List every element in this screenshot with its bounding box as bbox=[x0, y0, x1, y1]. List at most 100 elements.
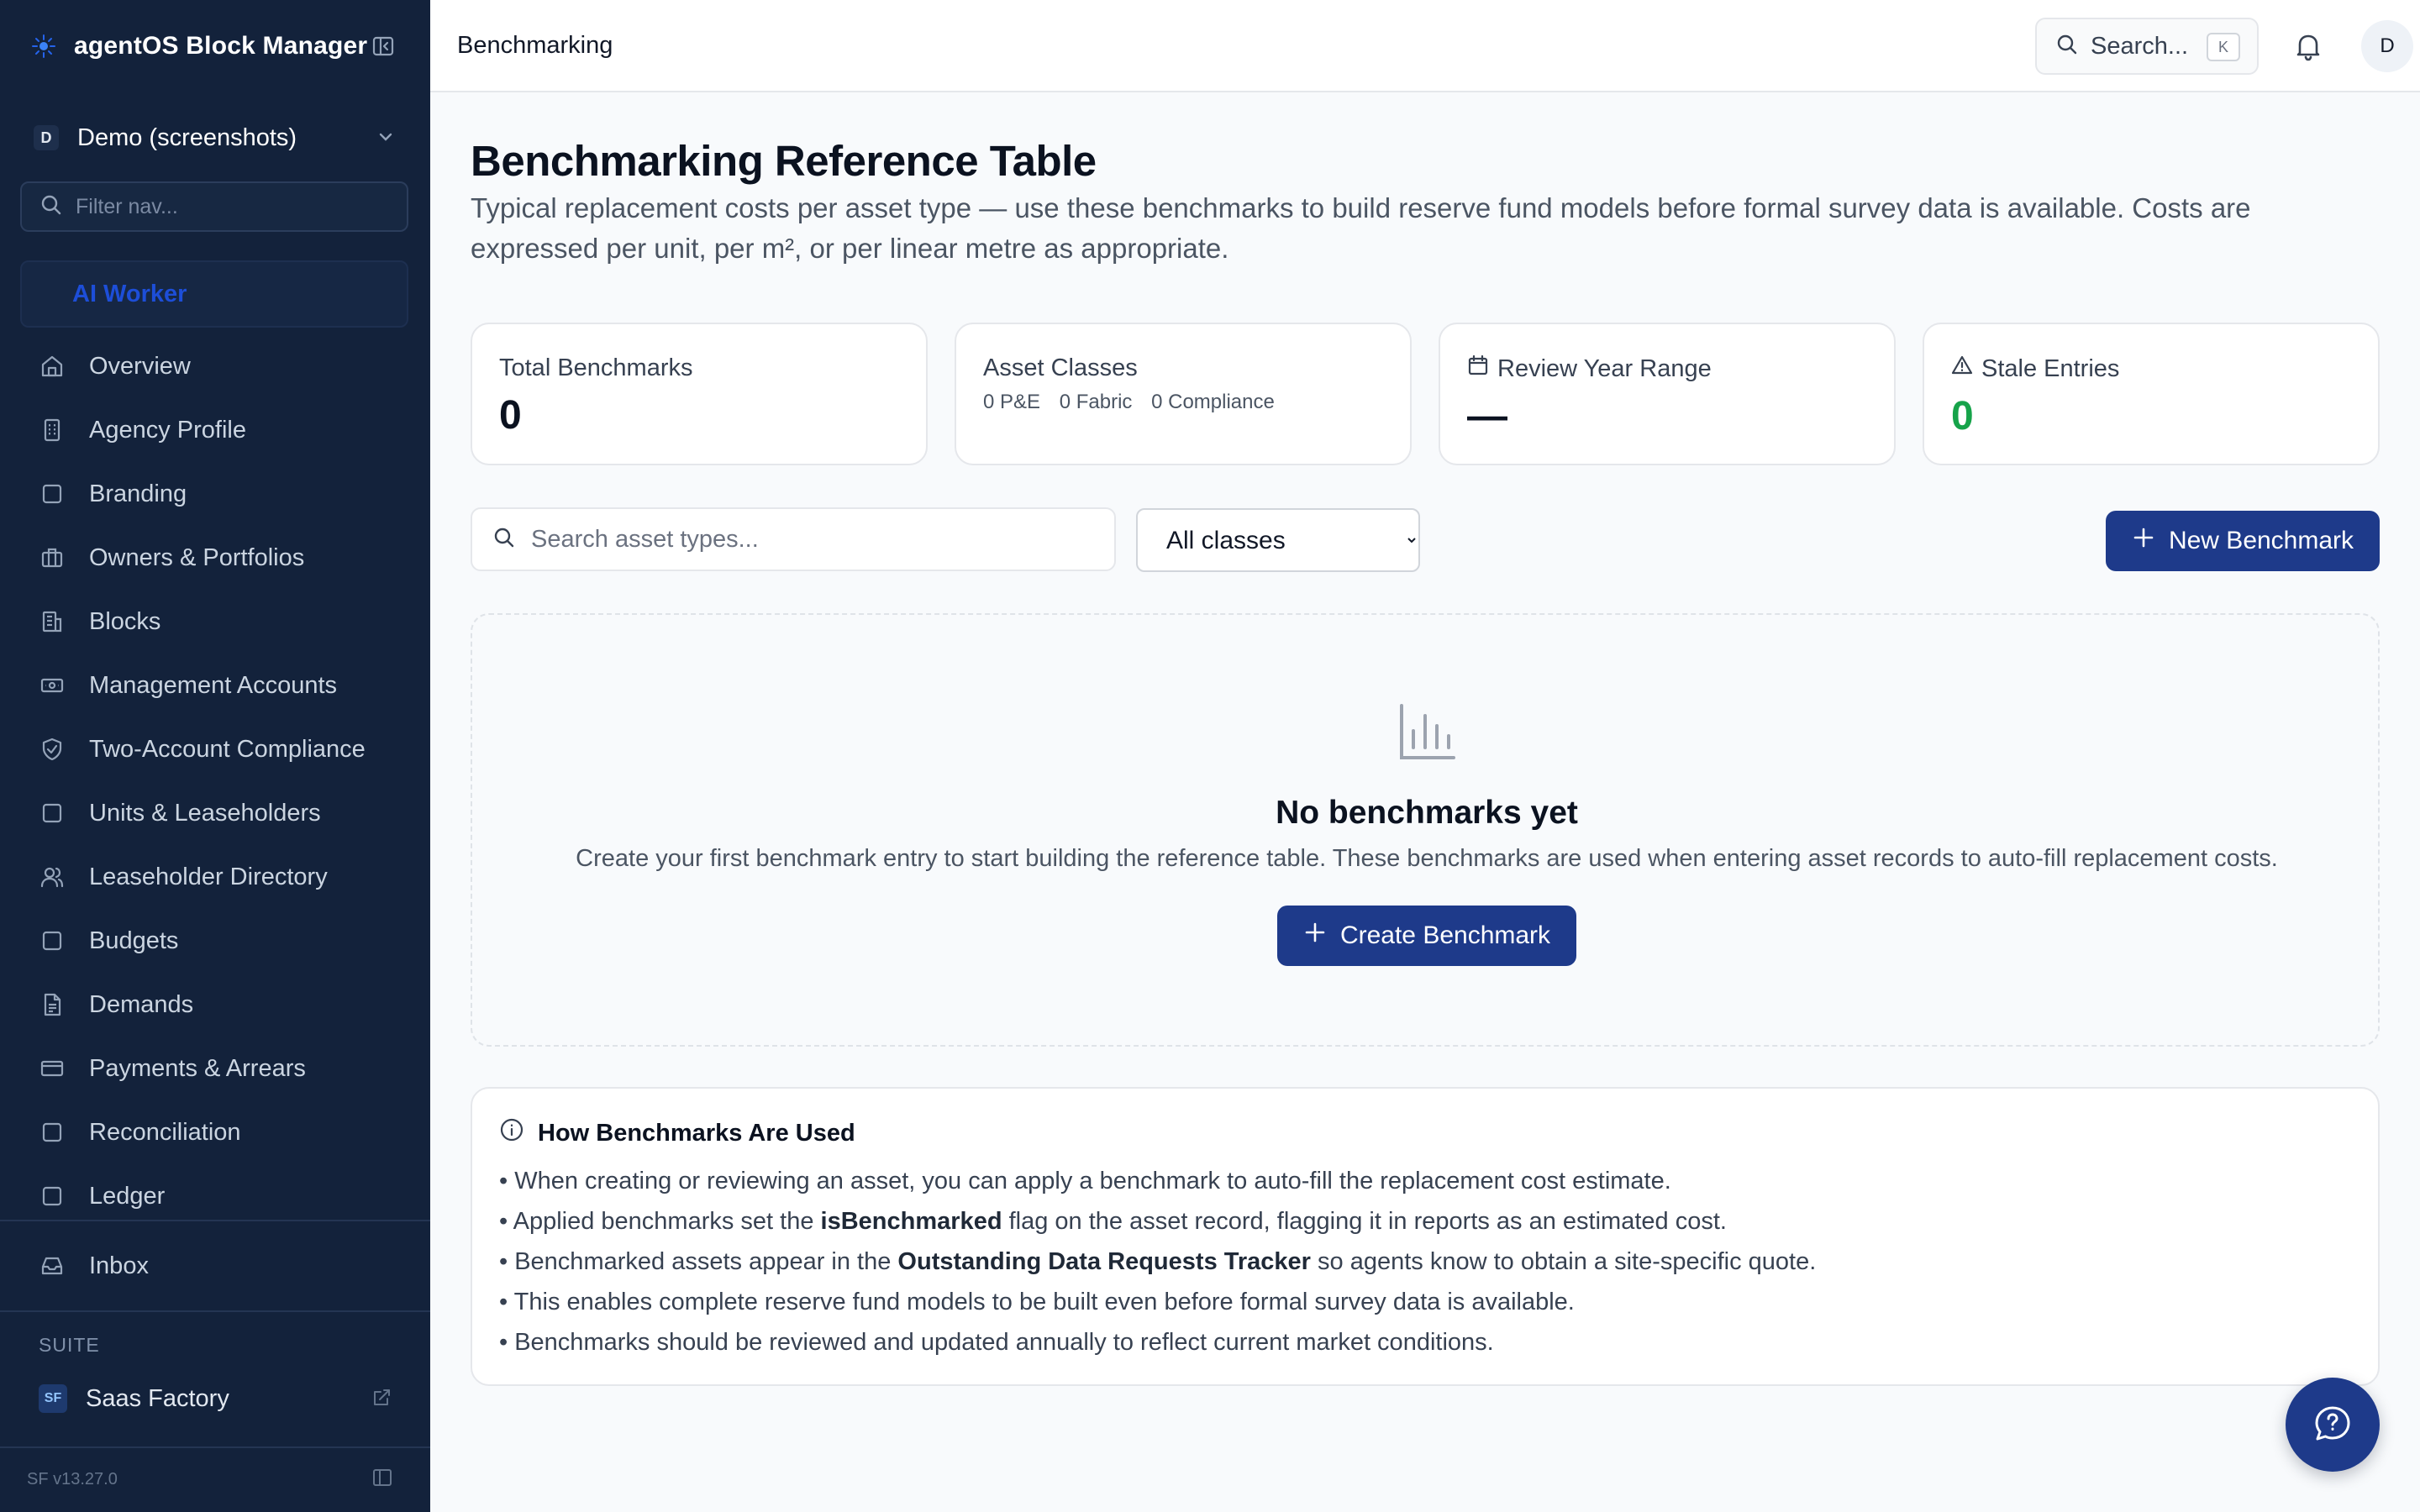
new-benchmark-button[interactable]: New Benchmark bbox=[2106, 511, 2380, 571]
info-icon bbox=[499, 1117, 524, 1149]
stat-label-row: Stale Entries bbox=[1951, 354, 2351, 383]
plus-icon bbox=[2132, 526, 2155, 556]
stat-card-stale-entries: Stale Entries 0 bbox=[1923, 323, 2380, 465]
sidebar-item-units-leaseholders[interactable]: Units & Leaseholders bbox=[20, 781, 410, 845]
global-search[interactable]: Search... K bbox=[2035, 18, 2259, 75]
topbar: Benchmarking Search... K D bbox=[430, 0, 2420, 92]
asset-class-fabric-count: 0 Fabric bbox=[1059, 391, 1133, 413]
calendar-icon bbox=[1467, 354, 1497, 383]
bell-icon[interactable] bbox=[2292, 30, 2324, 66]
sidebar-nav: Overview Agency Profile Branding Owners … bbox=[20, 334, 410, 1228]
search-icon bbox=[492, 526, 516, 554]
chat-help-icon bbox=[2312, 1404, 2353, 1446]
stat-value: 0 bbox=[499, 393, 522, 438]
sidebar-divider bbox=[0, 1446, 430, 1448]
chat-support-button[interactable] bbox=[2286, 1378, 2380, 1472]
sidebar-item-reconciliation[interactable]: Reconciliation bbox=[20, 1100, 410, 1164]
sidebar-item-ledger[interactable]: Ledger bbox=[20, 1164, 410, 1228]
workspace-name: Demo (screenshots) bbox=[77, 123, 297, 151]
info-list: • When creating or reviewing an asset, y… bbox=[499, 1161, 2351, 1362]
file-text-icon bbox=[39, 991, 66, 1018]
sidebar-item-label: Ledger bbox=[89, 1182, 166, 1210]
asset-class-compliance-count: 0 Compliance bbox=[1151, 391, 1275, 413]
info-emphasis: isBenchmarked bbox=[820, 1208, 1002, 1235]
stat-label-row: Review Year Range bbox=[1467, 354, 1867, 383]
workspace-switcher[interactable]: D Demo (screenshots) bbox=[20, 116, 410, 160]
sidebar-item-blocks[interactable]: Blocks bbox=[20, 590, 410, 654]
buildings-icon bbox=[39, 608, 66, 635]
info-line: • Benchmarks should be reviewed and upda… bbox=[499, 1329, 1494, 1356]
sidebar-item-branding[interactable]: Branding bbox=[20, 462, 410, 526]
home-icon bbox=[39, 353, 66, 380]
sidebar-item-label: Demands bbox=[89, 990, 194, 1018]
info-text: • Applied benchmarks set the bbox=[499, 1208, 821, 1235]
sidebar-item-payments-arrears[interactable]: Payments & Arrears bbox=[20, 1037, 410, 1100]
info-line: • When creating or reviewing an asset, y… bbox=[499, 1168, 1671, 1194]
stat-label: Stale Entries bbox=[1981, 354, 2120, 382]
asset-class-select[interactable]: All classes bbox=[1136, 508, 1420, 572]
sidebar-item-two-account-compliance[interactable]: Two-Account Compliance bbox=[20, 717, 410, 781]
sidebar-item-label: Units & Leaseholders bbox=[89, 799, 321, 827]
sidebar-item-owners-portfolios[interactable]: Owners & Portfolios bbox=[20, 526, 410, 590]
sidebar-divider bbox=[0, 1310, 430, 1312]
banknote-icon bbox=[39, 672, 66, 699]
sidebar-item-inbox[interactable]: Inbox bbox=[20, 1234, 410, 1298]
info-line: • Benchmarked assets appear in the Outst… bbox=[499, 1242, 2351, 1282]
how-benchmarks-used-card: How Benchmarks Are Used • When creating … bbox=[471, 1087, 2380, 1386]
sidebar-item-overview[interactable]: Overview bbox=[20, 334, 410, 398]
page-breadcrumb: Benchmarking bbox=[457, 32, 613, 59]
global-search-placeholder: Search... bbox=[2091, 32, 2189, 60]
search-icon bbox=[40, 194, 62, 220]
create-benchmark-button[interactable]: Create Benchmark bbox=[1277, 906, 1576, 966]
sidebar-item-leaseholder-directory[interactable]: Leaseholder Directory bbox=[20, 845, 410, 909]
inbox-icon bbox=[39, 1252, 66, 1279]
page-title: Benchmarking Reference Table bbox=[471, 137, 1097, 185]
info-line: • This enables complete reserve fund mod… bbox=[499, 1289, 1575, 1315]
square-icon bbox=[39, 1183, 66, 1210]
workspace-badge: D bbox=[34, 125, 59, 150]
info-title: How Benchmarks Are Used bbox=[538, 1119, 855, 1147]
nav-filter-input[interactable] bbox=[76, 194, 395, 219]
suite-heading: SUITE bbox=[39, 1334, 100, 1356]
asset-search[interactable] bbox=[471, 507, 1116, 571]
sidebar-item-demands[interactable]: Demands bbox=[20, 973, 410, 1037]
sidebar-collapse-icon[interactable] bbox=[370, 33, 397, 60]
sidebar-item-label: Overview bbox=[89, 352, 191, 380]
info-line: • Applied benchmarks set the isBenchmark… bbox=[499, 1201, 2351, 1242]
square-icon bbox=[39, 927, 66, 954]
sidebar-item-label: Inbox bbox=[89, 1252, 149, 1279]
app-version: SF v13.27.0 bbox=[27, 1470, 118, 1488]
building-icon bbox=[39, 417, 66, 444]
empty-state-title: No benchmarks yet bbox=[1276, 795, 1578, 831]
stat-card-review-year-range: Review Year Range — bbox=[1439, 323, 1896, 465]
credit-card-icon bbox=[39, 1055, 66, 1082]
nav-filter[interactable] bbox=[20, 181, 408, 232]
stat-card-asset-classes: Asset Classes 0 P&E 0 Fabric 0 Complianc… bbox=[955, 323, 1412, 465]
sidebar-item-label: Budgets bbox=[89, 927, 179, 954]
shield-check-icon bbox=[39, 736, 66, 763]
square-icon bbox=[39, 1119, 66, 1146]
square-icon bbox=[39, 480, 66, 507]
sidebar-item-agency-profile[interactable]: Agency Profile bbox=[20, 398, 410, 462]
suite-item-saas-factory[interactable]: SF Saas Factory bbox=[39, 1378, 392, 1420]
sidebar-item-label: Blocks bbox=[89, 607, 161, 635]
external-link-icon bbox=[371, 1388, 392, 1412]
info-heading: How Benchmarks Are Used bbox=[499, 1117, 2351, 1149]
asset-class-pe-count: 0 P&E bbox=[983, 391, 1041, 413]
sidebar-item-label: Two-Account Compliance bbox=[89, 735, 366, 763]
panel-toggle-icon[interactable] bbox=[371, 1467, 393, 1493]
info-text: flag on the asset record, flagging it in… bbox=[1002, 1208, 1727, 1235]
user-avatar[interactable]: D bbox=[2361, 20, 2413, 72]
sidebar-item-management-accounts[interactable]: Management Accounts bbox=[20, 654, 410, 717]
sidebar-item-label: Reconciliation bbox=[89, 1118, 241, 1146]
sidebar-item-label: Leaseholder Directory bbox=[89, 863, 328, 890]
stat-label: Total Benchmarks bbox=[499, 354, 693, 381]
sidebar-item-label: Agency Profile bbox=[89, 416, 246, 444]
sidebar-item-label: Payments & Arrears bbox=[89, 1054, 306, 1082]
asset-search-input[interactable] bbox=[531, 525, 1102, 554]
ai-worker-button[interactable]: AI Worker bbox=[20, 260, 408, 328]
sidebar-item-budgets[interactable]: Budgets bbox=[20, 909, 410, 973]
sidebar-item-label: Owners & Portfolios bbox=[89, 543, 305, 571]
brand: agentOS Block Manager bbox=[0, 0, 430, 92]
asset-class-breakdown: 0 P&E 0 Fabric 0 Compliance bbox=[983, 391, 1383, 414]
